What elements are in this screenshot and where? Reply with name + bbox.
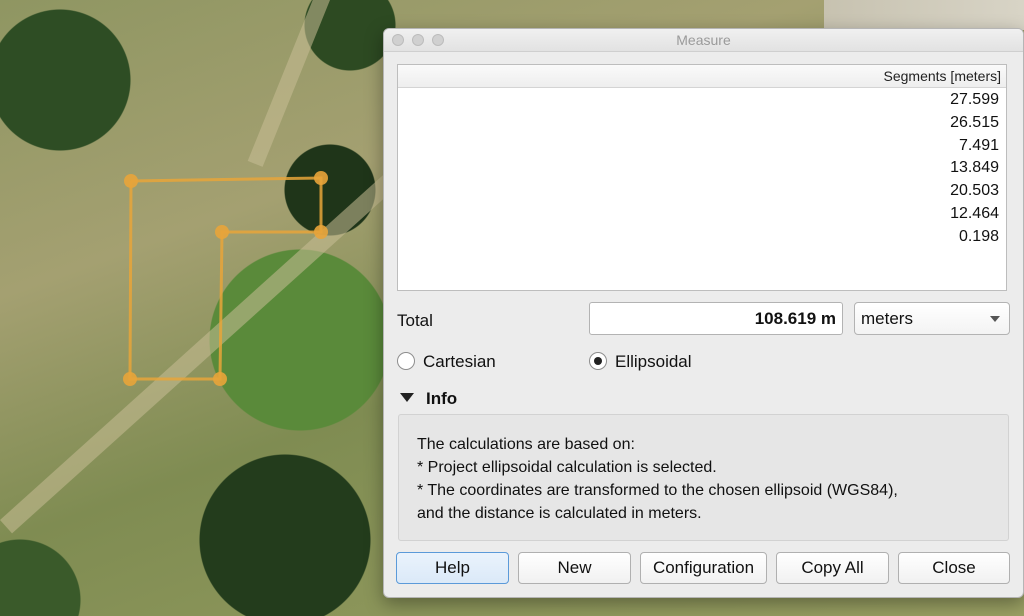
ellipsoidal-radio[interactable]: Ellipsoidal [589, 351, 692, 373]
measure-vertex[interactable] [124, 174, 138, 188]
segment-row[interactable]: 0.198 [398, 226, 1006, 249]
segments-list: 27.599 26.515 7.491 13.849 20.503 12.464 0.198 [398, 88, 1006, 249]
segments-column-header[interactable]: Segments [meters] [398, 65, 1006, 88]
triangle-down-icon[interactable] [400, 393, 414, 402]
info-line: * Project ellipsoidal calculation is sel… [417, 459, 717, 476]
total-value-field[interactable]: 108.619 m [589, 302, 843, 335]
measure-vertex[interactable] [314, 225, 328, 239]
segments-table[interactable]: Segments [meters] 27.599 26.515 7.491 13.84… [397, 64, 1007, 291]
units-dropdown[interactable]: meters [854, 302, 1010, 335]
segment-row[interactable]: 26.515 [398, 112, 1006, 135]
cartesian-radio-label: Cartesian [423, 352, 496, 371]
window-title: Measure [676, 32, 731, 48]
chevron-down-icon [990, 316, 1000, 322]
info-header-label: Info [426, 389, 458, 408]
measure-vertex[interactable] [215, 225, 229, 239]
cartesian-radio[interactable]: Cartesian [397, 351, 496, 373]
ellipsoidal-radio-label: Ellipsoidal [615, 352, 692, 371]
info-panel: The calculations are based on: * Project… [398, 414, 1009, 541]
segment-row[interactable]: 7.491 [398, 135, 1006, 158]
segment-row[interactable]: 27.599 [398, 89, 1006, 112]
info-section-toggle[interactable]: Info [400, 389, 457, 409]
copy-all-button[interactable]: Copy All [776, 552, 889, 584]
measure-vertex[interactable] [314, 171, 328, 185]
info-line: and the distance is calculated in meters… [417, 505, 702, 522]
units-dropdown-value: meters [861, 309, 913, 328]
configuration-button[interactable]: Configuration [640, 552, 767, 584]
info-line: The calculations are based on: [417, 436, 635, 453]
segment-row[interactable]: 12.464 [398, 203, 1006, 226]
ellipsoidal-radio-button[interactable] [589, 352, 607, 371]
measure-dialog: Measure Segments [meters] 27.599 26.515 7.… [383, 28, 1024, 598]
cartesian-radio-button[interactable] [397, 352, 415, 371]
measure-vertex[interactable] [123, 372, 137, 386]
measure-polyline [128, 176, 323, 381]
total-label: Total [397, 311, 433, 330]
measure-vertex[interactable] [213, 372, 227, 386]
new-button[interactable]: New [518, 552, 631, 584]
window-titlebar[interactable]: Measure [384, 29, 1023, 52]
segment-row[interactable]: 20.503 [398, 180, 1006, 203]
help-button[interactable]: Help [396, 552, 509, 584]
info-line: * The coordinates are transformed to the… [417, 482, 898, 499]
segment-row[interactable]: 13.849 [398, 157, 1006, 180]
close-button[interactable]: Close [898, 552, 1010, 584]
